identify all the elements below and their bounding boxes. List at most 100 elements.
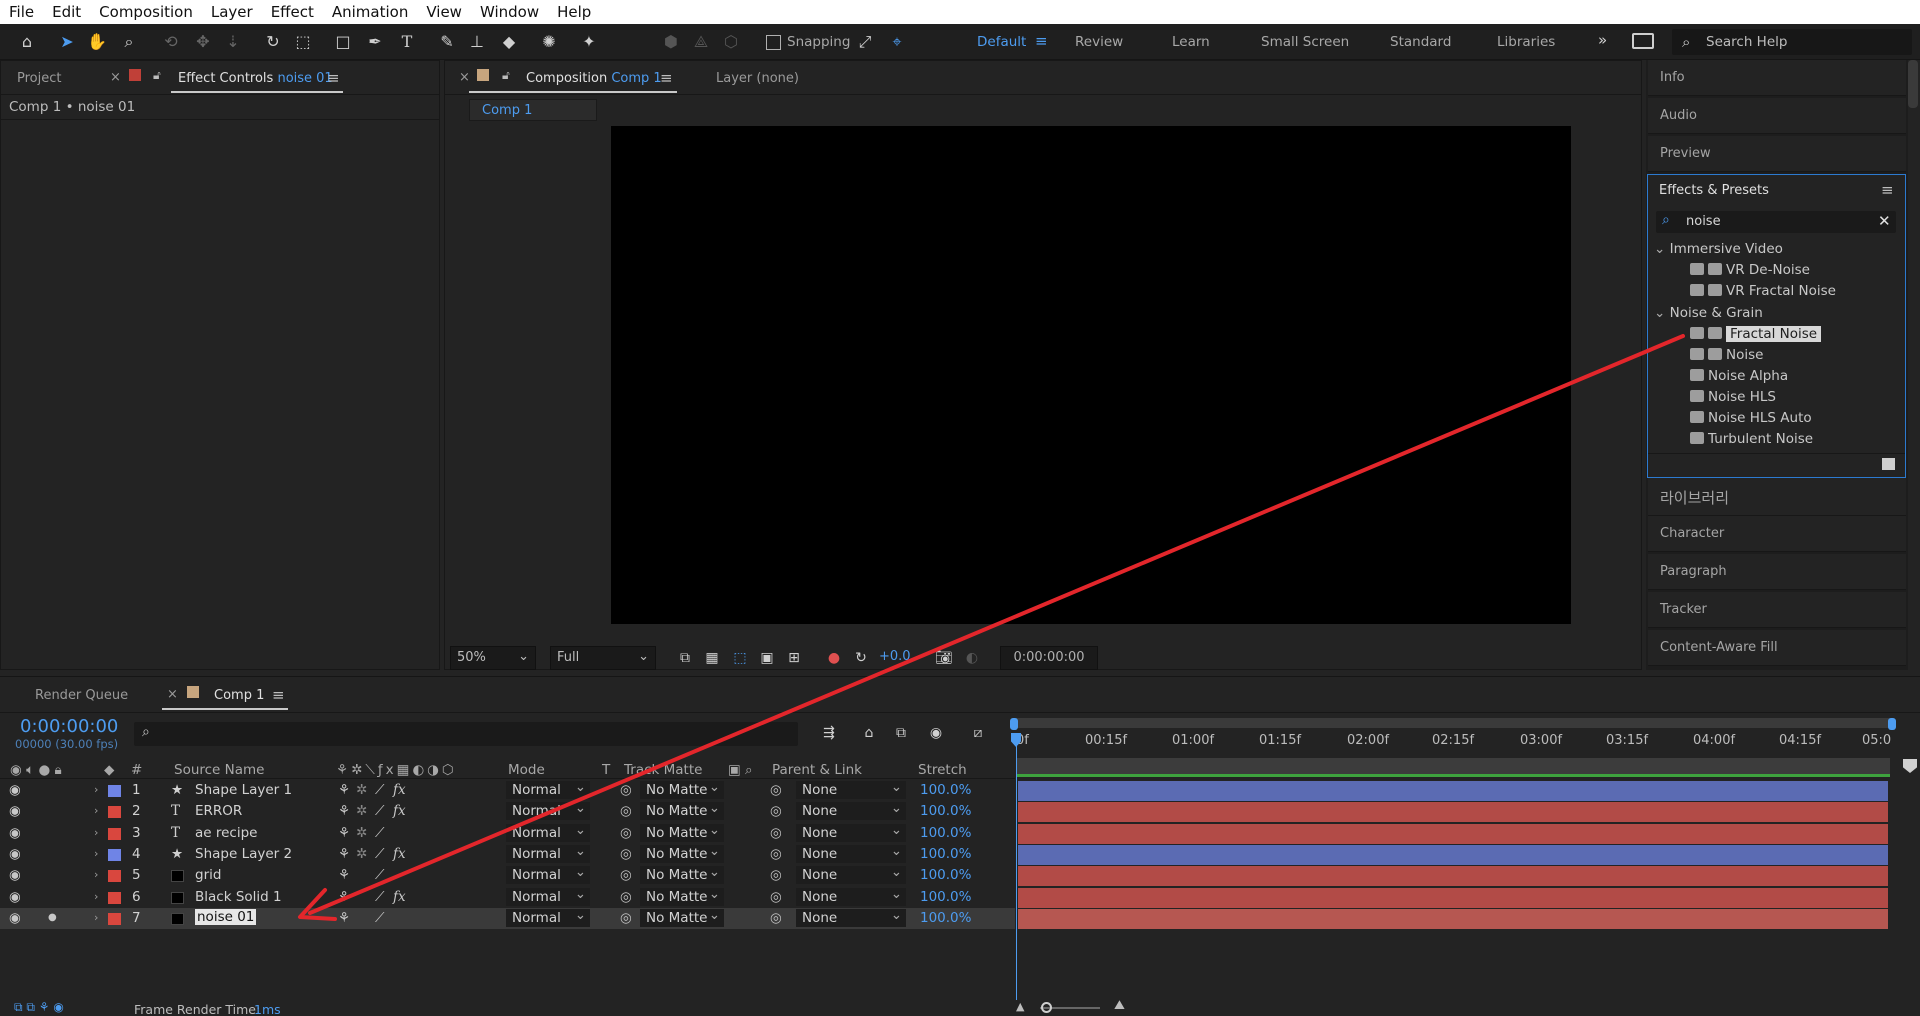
blend-mode-dropdown[interactable]: Normal	[506, 799, 590, 821]
expand-chevron-icon[interactable]: ›	[94, 804, 98, 817]
stretch-value[interactable]: 100.0%	[920, 846, 971, 862]
quality-switch-icon[interactable]: ⟋	[375, 782, 384, 798]
composition-viewer[interactable]	[611, 126, 1571, 624]
stretch-value[interactable]: 100.0%	[920, 889, 971, 905]
effect-noise-alpha[interactable]: Noise Alpha	[1690, 368, 1788, 384]
collapse-switch-icon[interactable]: ✲	[356, 803, 367, 819]
workspace-libraries[interactable]: Libraries	[1497, 34, 1555, 50]
panel-menu-icon[interactable]: ≡	[1881, 181, 1894, 199]
tab-effect-controls[interactable]: Effect Controls noise 01	[178, 71, 333, 86]
effects-switch-icon[interactable]: fx	[393, 782, 406, 798]
label-color-swatch[interactable]	[108, 806, 121, 819]
snapping-checkbox[interactable]	[766, 35, 781, 50]
workspace-standard[interactable]: Standard	[1390, 34, 1451, 50]
paragraph-panel[interactable]: Paragraph	[1648, 554, 1906, 590]
track-matte-dropdown[interactable]: No Matte	[640, 842, 724, 863]
hide-shy-layers-icon[interactable]: ⧉	[890, 722, 912, 744]
matte-link-icon[interactable]: ◎	[620, 889, 632, 905]
quality-switch-icon[interactable]: ⟋	[375, 825, 384, 841]
parent-pickwhip-icon[interactable]: ◎	[770, 889, 782, 905]
layer-row[interactable]: ◉ › 4 ★ Shape Layer 2 ⚘ ✲ ⟋ fx Normal ◎ No Matte ◎ No…	[0, 842, 1015, 865]
label-color-swatch[interactable]	[108, 827, 121, 840]
hand-tool-icon[interactable]: ✋	[86, 31, 108, 53]
brush-tool-icon[interactable]: ✎	[436, 31, 458, 53]
label-color-swatch[interactable]	[108, 785, 121, 797]
layer-name[interactable]: ERROR	[195, 803, 242, 819]
pen-tool-icon[interactable]: ✒	[364, 31, 386, 53]
fast-previews-icon[interactable]: ⧉	[674, 647, 696, 669]
label-color-swatch[interactable]	[108, 912, 121, 925]
parent-pickwhip-icon[interactable]: ◎	[770, 825, 782, 841]
matte-link-icon[interactable]: ◎	[620, 782, 632, 798]
menu-file[interactable]: File	[0, 0, 43, 24]
tab-layer[interactable]: Layer (none)	[716, 71, 799, 86]
label-color-swatch[interactable]	[108, 848, 121, 861]
pan-behind-tool-icon[interactable]: ⬚	[292, 31, 314, 53]
snapshot-icon[interactable]: 📷︎	[933, 647, 955, 669]
preview-panel[interactable]: Preview	[1648, 136, 1906, 172]
mask-visibility-icon[interactable]: ⬚	[729, 647, 751, 669]
menu-window[interactable]: Window	[471, 0, 548, 24]
effect-noise-hls-auto[interactable]: Noise HLS Auto	[1690, 410, 1812, 426]
effect-noise[interactable]: Noise	[1690, 347, 1763, 363]
visibility-eye-icon[interactable]: ◉	[9, 803, 21, 819]
menu-animation[interactable]: Animation	[323, 0, 417, 24]
lock-icon[interactable]: 🔓︎	[153, 68, 161, 83]
track-matte-dropdown[interactable]: No Matte	[640, 885, 724, 906]
tab-render-queue[interactable]: Render Queue	[35, 688, 128, 703]
blend-mode-dropdown[interactable]: Normal	[506, 821, 590, 842]
parent-dropdown[interactable]: None	[796, 885, 906, 906]
new-folder-icon[interactable]	[1882, 458, 1895, 470]
visibility-eye-icon[interactable]: ◉	[9, 825, 21, 841]
right-panel-scrollbar[interactable]	[1908, 60, 1918, 108]
layer-row[interactable]: ◉ › 1 ★ Shape Layer 1 ⚘ ✲ ⟋ fx Normal ◎ No Matte ◎ No…	[0, 778, 1015, 801]
label-color-swatch[interactable]	[108, 870, 121, 883]
zoom-in-icon[interactable]: ⛰	[1114, 998, 1125, 1013]
comp-flow-tab[interactable]: Comp 1	[469, 99, 597, 121]
tree-group-noise-grain[interactable]: ⌄ Noise & Grain	[1654, 305, 1763, 321]
layer-duration-bar[interactable]	[1018, 908, 1888, 929]
matte-link-icon[interactable]: ◎	[620, 803, 632, 819]
menu-view[interactable]: View	[417, 0, 471, 24]
workspace-small-screen[interactable]: Small Screen	[1261, 34, 1349, 50]
layer-name[interactable]: noise 01	[195, 908, 257, 925]
parent-dropdown[interactable]: None	[796, 799, 906, 821]
rotate-tool-icon[interactable]: ↻	[262, 31, 284, 53]
workspace-default[interactable]: Default	[977, 34, 1026, 50]
snap-features-icon[interactable]: ⌖	[886, 31, 908, 53]
expand-chevron-icon[interactable]: ›	[94, 783, 98, 796]
layer-name[interactable]: Shape Layer 1	[195, 782, 292, 798]
track-matte-dropdown[interactable]: No Matte	[640, 906, 724, 927]
track-matte-dropdown[interactable]: No Matte	[640, 799, 724, 821]
layer-name[interactable]: grid	[195, 867, 221, 883]
work-area-bar[interactable]	[1012, 718, 1894, 728]
column-source-name[interactable]: Source Name	[174, 762, 265, 778]
layer-row[interactable]: ◉ ● › 7 noise 01 ⚘ ⟋ Normal ◎ No Matte ◎ None 100.0%	[0, 906, 1015, 929]
tab-comp-1[interactable]: Comp 1	[214, 688, 264, 703]
dolly-tool-icon[interactable]: ⇣	[222, 31, 244, 53]
visibility-eye-icon[interactable]: ◉	[9, 910, 21, 926]
magnification-dropdown[interactable]: 50% ⌄	[450, 646, 536, 670]
visibility-eye-icon[interactable]: ◉	[9, 846, 21, 862]
current-time-display[interactable]: 0:00:00:00	[1000, 646, 1098, 670]
graph-editor-icon[interactable]: ⧄	[967, 722, 989, 744]
layer-duration-bar[interactable]	[1018, 802, 1888, 823]
workspace-learn[interactable]: Learn	[1172, 34, 1210, 50]
timeline-current-time[interactable]: 0:00:00:00	[20, 716, 118, 737]
resolution-dropdown[interactable]: Full ⌄	[550, 646, 656, 670]
axis-local-icon[interactable]: ⬢	[660, 31, 682, 53]
panel-menu-icon[interactable]: ≡	[327, 69, 340, 87]
parent-pickwhip-icon[interactable]: ◎	[770, 867, 782, 883]
shy-switch-icon[interactable]: ⚘	[338, 825, 350, 841]
workspace-review[interactable]: Review	[1075, 34, 1123, 50]
effect-turbulent-noise[interactable]: Turbulent Noise	[1690, 431, 1813, 447]
parent-pickwhip-icon[interactable]: ◎	[770, 803, 782, 819]
rectangle-tool-icon[interactable]: □	[332, 31, 354, 53]
close-icon[interactable]: ×	[110, 70, 121, 85]
zoom-slider-handle[interactable]	[1041, 1002, 1052, 1013]
collapse-switch-icon[interactable]: ✲	[356, 846, 367, 862]
snap-edges-icon[interactable]: ⤢	[854, 31, 876, 53]
stretch-value[interactable]: 100.0%	[920, 867, 971, 883]
matte-link-icon[interactable]: ◎	[620, 825, 632, 841]
expand-chevron-icon[interactable]: ›	[94, 847, 98, 860]
